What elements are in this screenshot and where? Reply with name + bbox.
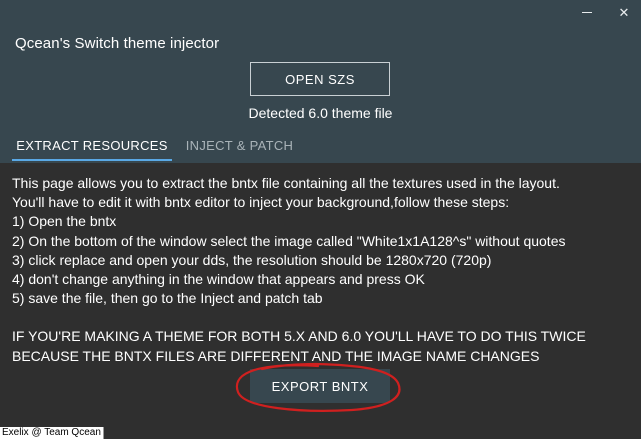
open-szs-button[interactable]: OPEN SZS <box>250 62 390 96</box>
tab-extract-resources[interactable]: EXTRACT RESOURCES <box>12 128 172 163</box>
instruction-line: This page allows you to extract the bntx… <box>12 175 560 191</box>
minimize-icon <box>582 12 592 13</box>
title-bar: ✕ <box>0 0 641 25</box>
detected-theme-status: Detected 6.0 theme file <box>248 105 393 121</box>
warning-line: IF YOU'RE MAKING A THEME FOR BOTH 5.X AN… <box>12 328 586 345</box>
instruction-line: 1) Open the bntx <box>12 213 117 230</box>
instructions-text: This page allows you to extract the bntx… <box>12 174 632 366</box>
instruction-line: 4) don't change anything in the window t… <box>12 271 425 288</box>
app-title: Qcean's Switch theme injector <box>15 35 220 52</box>
instruction-line: You'll have to edit it with bntx editor … <box>12 194 510 211</box>
active-tab-indicator <box>12 159 172 161</box>
tab-inject-patch[interactable]: INJECT & PATCH <box>172 128 307 163</box>
instruction-line: 2) On the bottom of the window select th… <box>12 232 566 249</box>
tab-bar: EXTRACT RESOURCES INJECT & PATCH <box>0 128 641 163</box>
app-header: Qcean's Switch theme injector OPEN SZS D… <box>0 25 641 163</box>
instruction-line: 5) save the file, then go to the Inject … <box>12 290 323 307</box>
minimize-button[interactable] <box>570 0 604 25</box>
export-bntx-button[interactable]: EXPORT BNTX <box>250 369 390 403</box>
instruction-line: 3) click replace and open your dds, the … <box>12 251 492 268</box>
credit-label: Exelix @ Team Qcean <box>0 427 104 439</box>
close-icon: ✕ <box>618 4 630 20</box>
close-button[interactable]: ✕ <box>607 0 641 25</box>
warning-line: BECAUSE THE BNTX FILES ARE DIFFERENT AND… <box>12 347 540 364</box>
